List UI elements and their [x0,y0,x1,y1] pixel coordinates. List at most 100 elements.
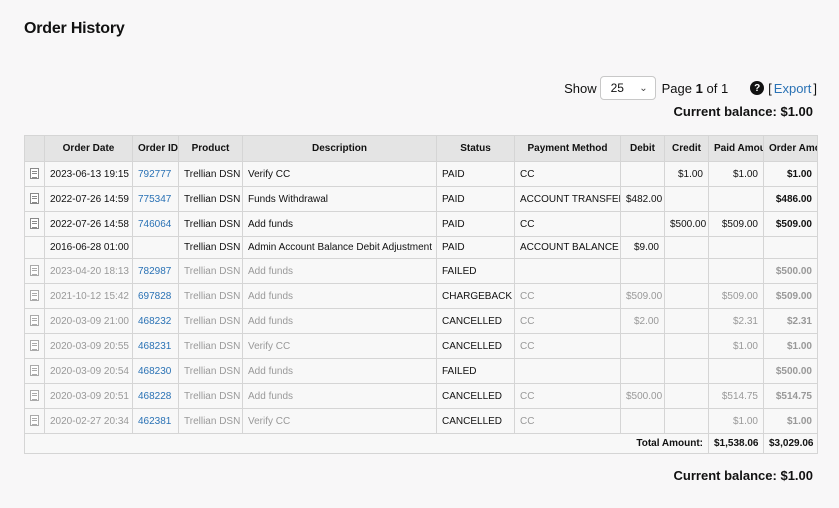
invoice-icon[interactable] [30,168,39,180]
header-payment-method: Payment Method [514,135,621,162]
row-icon-cell [24,283,45,309]
debit-cell: $500.00 [620,383,665,409]
total-row: Total Amount: $1,538.06 $3,029.06 [24,433,818,454]
status-cell: CHARGEBACK [436,283,515,309]
order-date-cell: 2022-07-26 14:58 [44,211,133,237]
order-id-link[interactable]: 468232 [138,316,171,327]
invoice-icon[interactable] [30,193,39,205]
product-cell: Trellian DSN [178,308,243,334]
description-cell: Add funds [242,308,437,334]
order-id-cell: 468228 [132,383,179,409]
order-id-cell: 775347 [132,186,179,212]
debit-cell [620,408,665,434]
description-cell: Funds Withdrawal [242,186,437,212]
row-icon-cell [24,333,45,359]
status-cell: PAID [436,161,515,187]
order-id-cell: 462381 [132,408,179,434]
order-id-link[interactable]: 697828 [138,291,171,302]
bracket-close: ] [813,80,817,96]
invoice-icon[interactable] [30,265,39,277]
row-icon-cell [24,358,45,384]
row-icon-cell [24,211,45,237]
header-paid-amount: Paid Amount [708,135,764,162]
product-cell: Trellian DSN [178,258,243,284]
header-order-date: Order Date [44,135,133,162]
per-page-select[interactable]: 25 ⌄ [599,76,656,100]
status-cell: FAILED [436,358,515,384]
credit-cell [664,308,709,334]
row-icon-cell [24,383,45,409]
status-text: PAID [442,218,465,230]
invoice-icon[interactable] [30,390,39,402]
status-cell: CANCELLED [436,333,515,359]
product-cell: Trellian DSN [178,283,243,309]
order-amount-cell [763,236,818,259]
order-date-cell: 2021-10-12 15:42 [44,283,133,309]
order-id-link[interactable]: 468231 [138,341,171,352]
order-id-link[interactable]: 782987 [138,266,171,277]
description-cell: Admin Account Balance Debit Adjustment [242,236,437,259]
invoice-icon[interactable] [30,315,39,327]
table-controls: Show 25 ⌄ Page 1 of 1 ? [ Export ] [564,76,817,100]
header-debit: Debit [620,135,665,162]
header-credit: Credit [664,135,709,162]
invoice-icon[interactable] [30,218,39,230]
order-amount-cell: $1.00 [763,333,818,359]
table-row: 2016-06-28 01:00 Trellian DSN Admin Accoun… [24,236,818,259]
row-icon-cell [24,161,45,187]
order-id-link[interactable]: 746064 [138,219,171,230]
status-cell: FAILED [436,258,515,284]
product-cell: Trellian DSN [178,236,243,259]
page-of: of 1 [706,80,729,96]
paid-amount-cell: $509.00 [708,211,764,237]
paid-amount-cell [708,358,764,384]
order-date-cell: 2023-06-13 19:15 [44,161,133,187]
order-id-cell: 792777 [132,161,179,187]
page-title: Order History [24,20,125,37]
total-order-amount: $3,029.06 [763,433,818,454]
order-date-cell: 2022-07-26 14:59 [44,186,133,212]
table-row: 2020-03-09 21:00 468232 Trellian DSN Add fu… [24,308,818,334]
credit-cell [664,333,709,359]
status-cell: CANCELLED [436,383,515,409]
status-cell: CANCELLED [436,308,515,334]
export-link[interactable]: Export [774,81,812,96]
debit-cell: $9.00 [620,236,665,259]
debit-cell: $482.00 [620,186,665,212]
order-id-link[interactable]: 792777 [138,169,171,180]
order-amount-cell: $500.00 [763,358,818,384]
description-cell: Add funds [242,283,437,309]
order-id-cell: 782987 [132,258,179,284]
order-id-link[interactable]: 468230 [138,366,171,377]
order-amount-cell: $509.00 [763,211,818,237]
show-label: Show [564,80,597,96]
status-cell: PAID [436,186,515,212]
order-amount-cell: $514.75 [763,383,818,409]
order-date-cell: 2023-04-20 18:13 [44,258,133,284]
invoice-icon[interactable] [30,340,39,352]
order-id-link[interactable]: 468228 [138,391,171,402]
payment-method-cell: ACCOUNT BALANCE [514,236,621,259]
payment-method-cell: CC [514,408,621,434]
order-id-link[interactable]: 775347 [138,194,171,205]
invoice-icon[interactable] [30,415,39,427]
status-text: FAILED [442,365,477,377]
description-cell: Verify CC [242,161,437,187]
table-row: 2023-04-20 18:13 782987 Trellian DSN Add fu… [24,258,818,284]
table-row: 2021-10-12 15:42 697828 Trellian DSN Add fu… [24,283,818,309]
order-id-cell: 746064 [132,211,179,237]
page-prefix: Page [661,80,692,96]
order-id-link[interactable]: 462381 [138,416,171,427]
invoice-icon[interactable] [30,365,39,377]
status-cell: PAID [436,236,515,259]
order-amount-cell: $486.00 [763,186,818,212]
invoice-icon[interactable] [30,290,39,302]
table-row: 2023-06-13 19:15 792777 Trellian DSN Verify… [24,161,818,187]
status-text: FAILED [442,265,477,277]
status-text: PAID [442,168,465,180]
payment-method-cell: CC [514,211,621,237]
description-cell: Add funds [242,358,437,384]
help-icon[interactable]: ? [750,81,765,95]
paid-amount-cell [708,258,764,284]
payment-method-cell [514,258,621,284]
